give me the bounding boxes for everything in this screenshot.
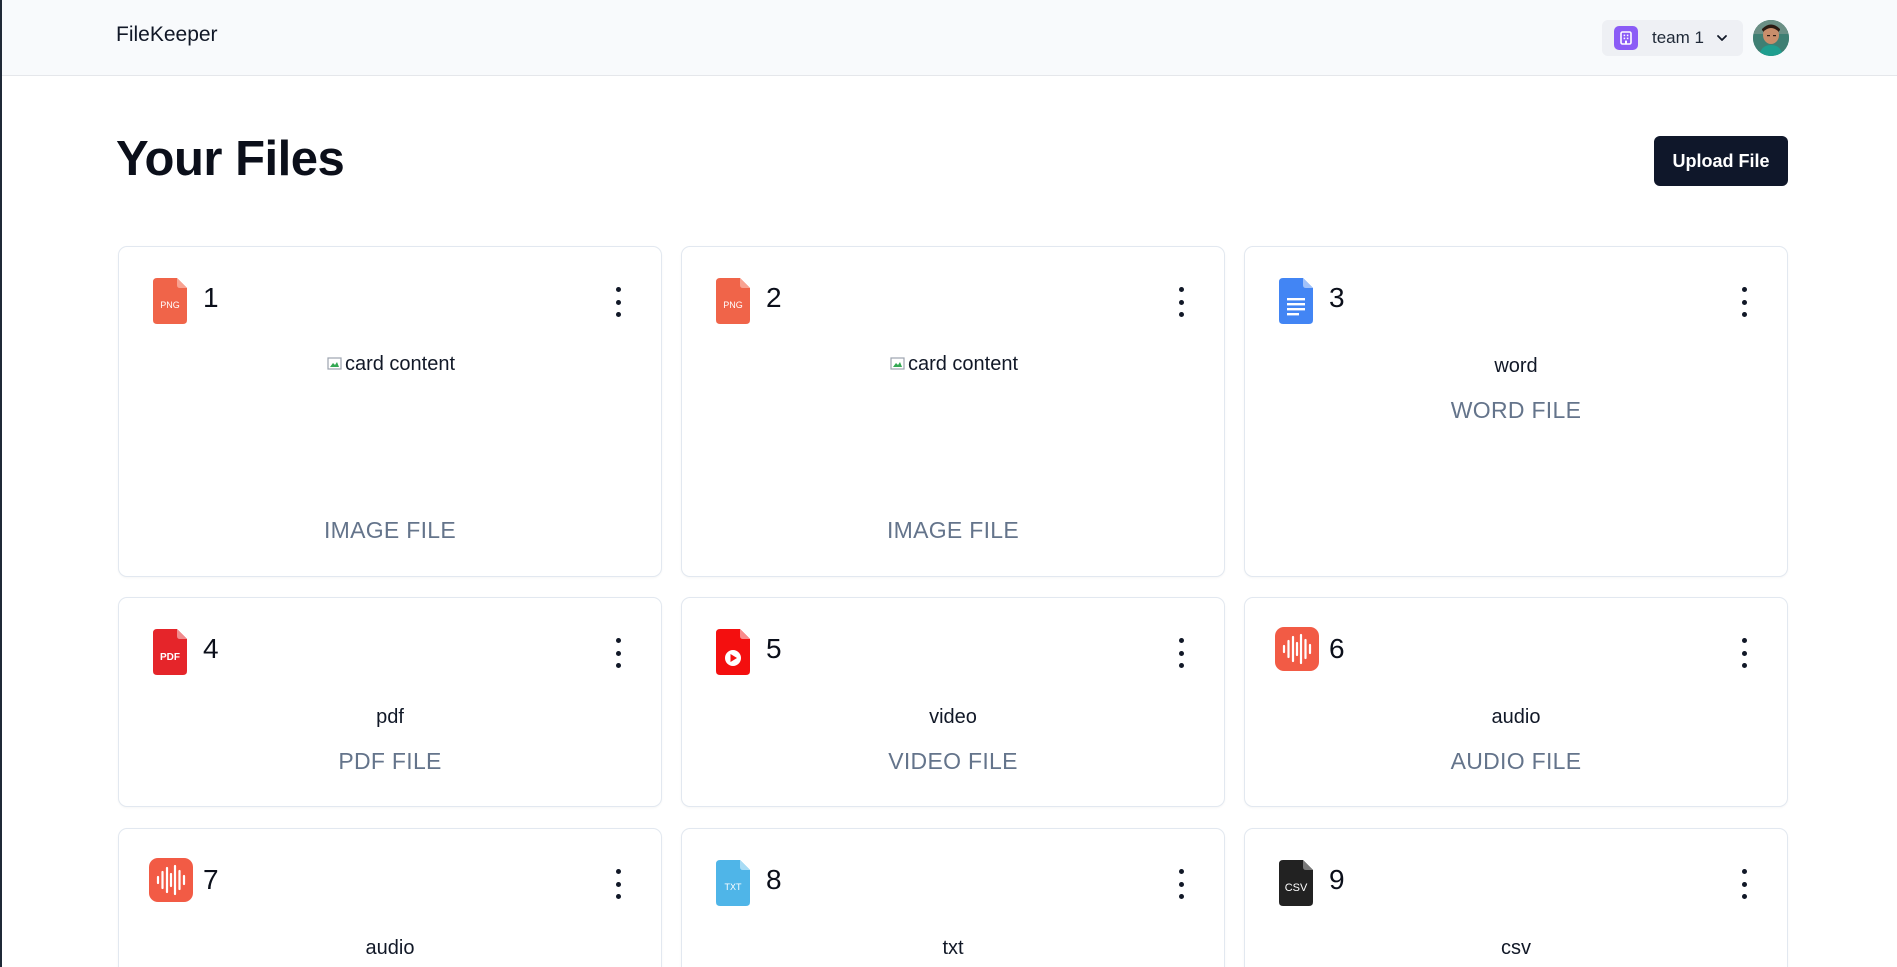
file-card[interactable]: PNG 1 card content IMAGE FILE bbox=[118, 246, 662, 577]
file-card[interactable]: CSV 9 csv bbox=[1244, 828, 1788, 967]
pdf-file-icon: PDF bbox=[153, 629, 187, 675]
audio-file-icon bbox=[1275, 627, 1319, 671]
team-switcher[interactable]: team 1 bbox=[1602, 20, 1743, 56]
file-title: 3 bbox=[1329, 282, 1345, 313]
more-options-icon[interactable] bbox=[611, 287, 625, 317]
word-doc-icon bbox=[1279, 278, 1313, 324]
audio-file-icon bbox=[149, 858, 193, 902]
file-card[interactable]: 5 video VIDEO FILE bbox=[681, 597, 1225, 807]
file-card[interactable]: PDF 4 pdf PDF FILE bbox=[118, 597, 662, 807]
file-type-label: IMAGE FILE bbox=[323, 517, 457, 543]
team-name: team 1 bbox=[1652, 28, 1704, 47]
file-type-label: IMAGE FILE bbox=[886, 517, 1020, 543]
building-icon bbox=[1614, 26, 1638, 50]
file-name: word bbox=[1494, 355, 1538, 377]
top-navbar: FileKeeper team 1 bbox=[2, 0, 1897, 76]
user-avatar[interactable] bbox=[1753, 20, 1789, 56]
file-title: 9 bbox=[1329, 864, 1345, 895]
file-preview-alt: card content bbox=[344, 353, 456, 375]
file-preview-alt: card content bbox=[907, 353, 1019, 375]
file-preview: card content bbox=[119, 353, 661, 376]
txt-file-icon: TXT bbox=[716, 860, 750, 906]
file-type-label: WORD FILE bbox=[1450, 397, 1582, 423]
video-file-icon bbox=[716, 629, 750, 675]
more-options-icon[interactable] bbox=[1174, 638, 1188, 668]
more-options-icon[interactable] bbox=[1737, 287, 1751, 317]
file-type-label: VIDEO FILE bbox=[888, 748, 1018, 774]
png-file-icon: PNG bbox=[153, 278, 187, 324]
png-file-icon: PNG bbox=[716, 278, 750, 324]
page-title: Your Files bbox=[116, 132, 345, 186]
file-name: audio bbox=[1491, 706, 1541, 728]
file-preview: card content bbox=[682, 353, 1224, 376]
broken-image-icon bbox=[327, 357, 342, 370]
svg-text:TXT: TXT bbox=[725, 882, 743, 892]
more-options-icon[interactable] bbox=[1174, 287, 1188, 317]
more-options-icon[interactable] bbox=[1737, 638, 1751, 668]
upload-file-button[interactable]: Upload File bbox=[1654, 136, 1788, 186]
file-title: 2 bbox=[766, 282, 782, 313]
file-card[interactable]: 7 audio bbox=[118, 828, 662, 967]
file-title: 7 bbox=[203, 864, 219, 895]
file-name: audio bbox=[365, 937, 415, 959]
more-options-icon[interactable] bbox=[1737, 869, 1751, 899]
file-title: 6 bbox=[1329, 633, 1345, 664]
file-card[interactable]: PNG 2 card content IMAGE FILE bbox=[681, 246, 1225, 577]
more-options-icon[interactable] bbox=[611, 638, 625, 668]
more-options-icon[interactable] bbox=[611, 869, 625, 899]
file-card[interactable]: TXT 8 txt bbox=[681, 828, 1225, 967]
svg-text:PNG: PNG bbox=[160, 300, 180, 310]
file-name: txt bbox=[942, 937, 964, 959]
brand-name[interactable]: FileKeeper bbox=[116, 23, 218, 47]
file-card[interactable]: 3 word WORD FILE bbox=[1244, 246, 1788, 577]
more-options-icon[interactable] bbox=[1174, 869, 1188, 899]
svg-text:CSV: CSV bbox=[1285, 882, 1308, 894]
file-title: 1 bbox=[203, 282, 219, 313]
csv-file-icon: CSV bbox=[1279, 860, 1313, 906]
file-title: 5 bbox=[766, 633, 782, 664]
file-name: csv bbox=[1501, 937, 1531, 959]
svg-text:PDF: PDF bbox=[160, 652, 180, 663]
file-name: pdf bbox=[376, 706, 404, 728]
file-card[interactable]: 6 audio AUDIO FILE bbox=[1244, 597, 1788, 807]
svg-text:PNG: PNG bbox=[723, 300, 743, 310]
file-type-label: AUDIO FILE bbox=[1450, 748, 1582, 774]
file-type-label: PDF FILE bbox=[338, 748, 442, 774]
file-name: video bbox=[929, 706, 977, 728]
broken-image-icon bbox=[890, 357, 905, 370]
file-title: 8 bbox=[766, 864, 782, 895]
chevron-down-icon bbox=[1715, 31, 1729, 50]
file-title: 4 bbox=[203, 633, 219, 664]
